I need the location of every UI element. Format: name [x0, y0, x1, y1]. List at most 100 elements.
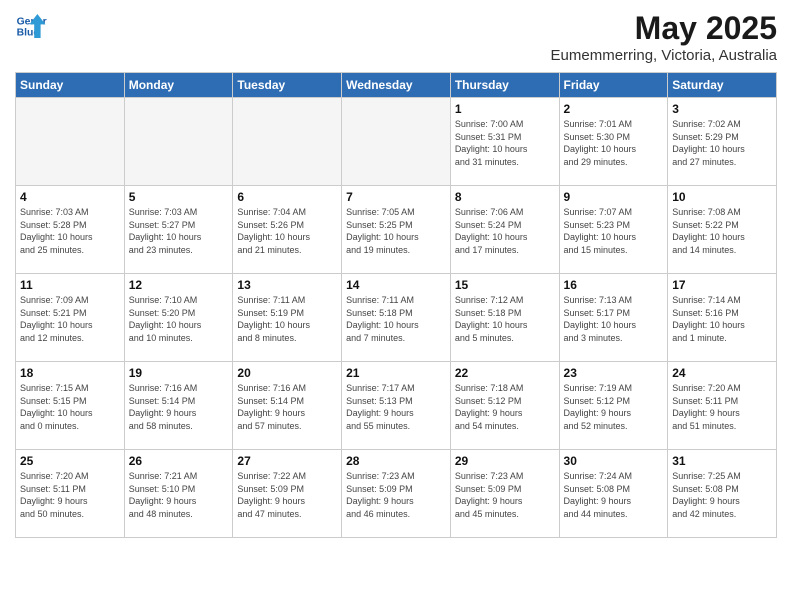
- calendar-cell: 23 Sunrise: 7:19 AM Sunset: 5:12 PM Dayli…: [559, 362, 668, 450]
- calendar-cell: 22 Sunrise: 7:18 AM Sunset: 5:12 PM Dayli…: [450, 362, 559, 450]
- day-info: Sunrise: 7:10 AM Sunset: 5:20 PM Dayligh…: [129, 294, 229, 344]
- calendar-cell: 12 Sunrise: 7:10 AM Sunset: 5:20 PM Dayli…: [124, 274, 233, 362]
- location: Eumemmerring, Victoria, Australia: [551, 47, 777, 64]
- month-title: May 2025: [551, 10, 777, 47]
- day-info: Sunrise: 7:00 AM Sunset: 5:31 PM Dayligh…: [455, 118, 555, 168]
- calendar-cell: 7 Sunrise: 7:05 AM Sunset: 5:25 PM Daylig…: [342, 186, 451, 274]
- calendar-cell: [233, 98, 342, 186]
- logo-icon: General Blue: [15, 10, 47, 42]
- day-number: 25: [20, 454, 120, 468]
- calendar-cell: 14 Sunrise: 7:11 AM Sunset: 5:18 PM Dayli…: [342, 274, 451, 362]
- page-header: General Blue May 2025 Eumemmerring, Vict…: [15, 10, 777, 64]
- calendar-week-row: 25 Sunrise: 7:20 AM Sunset: 5:11 PM Dayli…: [16, 450, 777, 538]
- day-info: Sunrise: 7:05 AM Sunset: 5:25 PM Dayligh…: [346, 206, 446, 256]
- day-number: 4: [20, 190, 120, 204]
- day-info: Sunrise: 7:14 AM Sunset: 5:16 PM Dayligh…: [672, 294, 772, 344]
- day-number: 3: [672, 102, 772, 116]
- calendar-day-header: Sunday: [16, 73, 125, 98]
- day-number: 16: [564, 278, 664, 292]
- calendar-cell: 4Sunrise: 7:03 AM Sunset: 5:28 PM Daylig…: [16, 186, 125, 274]
- calendar-cell: 24 Sunrise: 7:20 AM Sunset: 5:11 PM Dayli…: [668, 362, 777, 450]
- day-info: Sunrise: 7:20 AM Sunset: 5:11 PM Dayligh…: [20, 470, 120, 520]
- day-number: 7: [346, 190, 446, 204]
- calendar-cell: 25 Sunrise: 7:20 AM Sunset: 5:11 PM Dayli…: [16, 450, 125, 538]
- calendar-cell: 21 Sunrise: 7:17 AM Sunset: 5:13 PM Dayli…: [342, 362, 451, 450]
- calendar-cell: 6Sunrise: 7:04 AM Sunset: 5:26 PM Daylig…: [233, 186, 342, 274]
- day-number: 28: [346, 454, 446, 468]
- calendar-cell: 15Sunrise: 7:12 AM Sunset: 5:18 PM Dayli…: [450, 274, 559, 362]
- calendar-cell: 29Sunrise: 7:23 AM Sunset: 5:09 PM Dayli…: [450, 450, 559, 538]
- day-number: 15: [455, 278, 555, 292]
- day-number: 31: [672, 454, 772, 468]
- day-number: 6: [237, 190, 337, 204]
- day-number: 1: [455, 102, 555, 116]
- day-info: Sunrise: 7:11 AM Sunset: 5:18 PM Dayligh…: [346, 294, 446, 344]
- calendar-day-header: Thursday: [450, 73, 559, 98]
- calendar-cell: 19 Sunrise: 7:16 AM Sunset: 5:14 PM Dayli…: [124, 362, 233, 450]
- calendar-cell: 1 Sunrise: 7:00 AM Sunset: 5:31 PM Daylig…: [450, 98, 559, 186]
- calendar-day-header: Tuesday: [233, 73, 342, 98]
- day-number: 19: [129, 366, 229, 380]
- day-number: 22: [455, 366, 555, 380]
- day-number: 14: [346, 278, 446, 292]
- day-info: Sunrise: 7:01 AM Sunset: 5:30 PM Dayligh…: [564, 118, 664, 168]
- calendar-cell: 30 Sunrise: 7:24 AM Sunset: 5:08 PM Dayli…: [559, 450, 668, 538]
- day-number: 2: [564, 102, 664, 116]
- calendar-cell: 27 Sunrise: 7:22 AM Sunset: 5:09 PM Dayli…: [233, 450, 342, 538]
- day-info: Sunrise: 7:19 AM Sunset: 5:12 PM Dayligh…: [564, 382, 664, 432]
- calendar-week-row: 18 Sunrise: 7:15 AM Sunset: 5:15 PM Dayli…: [16, 362, 777, 450]
- calendar-day-header: Wednesday: [342, 73, 451, 98]
- calendar-cell: 2 Sunrise: 7:01 AM Sunset: 5:30 PM Daylig…: [559, 98, 668, 186]
- day-info: Sunrise: 7:13 AM Sunset: 5:17 PM Dayligh…: [564, 294, 664, 344]
- calendar-header-row: SundayMondayTuesdayWednesdayThursdayFrid…: [16, 73, 777, 98]
- day-info: Sunrise: 7:18 AM Sunset: 5:12 PM Dayligh…: [455, 382, 555, 432]
- day-info: Sunrise: 7:02 AM Sunset: 5:29 PM Dayligh…: [672, 118, 772, 168]
- day-number: 27: [237, 454, 337, 468]
- calendar-day-header: Friday: [559, 73, 668, 98]
- day-info: Sunrise: 7:15 AM Sunset: 5:15 PM Dayligh…: [20, 382, 120, 432]
- day-info: Sunrise: 7:22 AM Sunset: 5:09 PM Dayligh…: [237, 470, 337, 520]
- calendar-cell: 13Sunrise: 7:11 AM Sunset: 5:19 PM Dayli…: [233, 274, 342, 362]
- day-number: 10: [672, 190, 772, 204]
- day-number: 29: [455, 454, 555, 468]
- calendar-cell: 17Sunrise: 7:14 AM Sunset: 5:16 PM Dayli…: [668, 274, 777, 362]
- day-info: Sunrise: 7:16 AM Sunset: 5:14 PM Dayligh…: [129, 382, 229, 432]
- calendar-cell: 16 Sunrise: 7:13 AM Sunset: 5:17 PM Dayli…: [559, 274, 668, 362]
- day-info: Sunrise: 7:08 AM Sunset: 5:22 PM Dayligh…: [672, 206, 772, 256]
- day-info: Sunrise: 7:09 AM Sunset: 5:21 PM Dayligh…: [20, 294, 120, 344]
- calendar-week-row: 4Sunrise: 7:03 AM Sunset: 5:28 PM Daylig…: [16, 186, 777, 274]
- calendar-cell: 11Sunrise: 7:09 AM Sunset: 5:21 PM Dayli…: [16, 274, 125, 362]
- day-info: Sunrise: 7:17 AM Sunset: 5:13 PM Dayligh…: [346, 382, 446, 432]
- calendar-cell: [16, 98, 125, 186]
- day-info: Sunrise: 7:03 AM Sunset: 5:27 PM Dayligh…: [129, 206, 229, 256]
- day-number: 18: [20, 366, 120, 380]
- calendar-cell: 10 Sunrise: 7:08 AM Sunset: 5:22 PM Dayli…: [668, 186, 777, 274]
- title-block: May 2025 Eumemmerring, Victoria, Austral…: [551, 10, 777, 64]
- day-info: Sunrise: 7:25 AM Sunset: 5:08 PM Dayligh…: [672, 470, 772, 520]
- day-info: Sunrise: 7:24 AM Sunset: 5:08 PM Dayligh…: [564, 470, 664, 520]
- day-info: Sunrise: 7:23 AM Sunset: 5:09 PM Dayligh…: [346, 470, 446, 520]
- calendar-cell: 20Sunrise: 7:16 AM Sunset: 5:14 PM Dayli…: [233, 362, 342, 450]
- day-number: 26: [129, 454, 229, 468]
- day-number: 24: [672, 366, 772, 380]
- calendar-cell: 3 Sunrise: 7:02 AM Sunset: 5:29 PM Daylig…: [668, 98, 777, 186]
- day-info: Sunrise: 7:20 AM Sunset: 5:11 PM Dayligh…: [672, 382, 772, 432]
- calendar-cell: 31 Sunrise: 7:25 AM Sunset: 5:08 PM Dayli…: [668, 450, 777, 538]
- calendar-cell: 8Sunrise: 7:06 AM Sunset: 5:24 PM Daylig…: [450, 186, 559, 274]
- calendar-week-row: 1 Sunrise: 7:00 AM Sunset: 5:31 PM Daylig…: [16, 98, 777, 186]
- calendar-cell: 5Sunrise: 7:03 AM Sunset: 5:27 PM Daylig…: [124, 186, 233, 274]
- calendar-cell: 18 Sunrise: 7:15 AM Sunset: 5:15 PM Dayli…: [16, 362, 125, 450]
- day-number: 12: [129, 278, 229, 292]
- calendar-cell: 28 Sunrise: 7:23 AM Sunset: 5:09 PM Dayli…: [342, 450, 451, 538]
- day-info: Sunrise: 7:21 AM Sunset: 5:10 PM Dayligh…: [129, 470, 229, 520]
- day-number: 30: [564, 454, 664, 468]
- calendar-table: SundayMondayTuesdayWednesdayThursdayFrid…: [15, 72, 777, 538]
- day-number: 23: [564, 366, 664, 380]
- calendar-body: 1 Sunrise: 7:00 AM Sunset: 5:31 PM Daylig…: [16, 98, 777, 538]
- day-number: 21: [346, 366, 446, 380]
- calendar-day-header: Saturday: [668, 73, 777, 98]
- calendar-cell: 9Sunrise: 7:07 AM Sunset: 5:23 PM Daylig…: [559, 186, 668, 274]
- day-number: 9: [564, 190, 664, 204]
- day-info: Sunrise: 7:11 AM Sunset: 5:19 PM Dayligh…: [237, 294, 337, 344]
- calendar-day-header: Monday: [124, 73, 233, 98]
